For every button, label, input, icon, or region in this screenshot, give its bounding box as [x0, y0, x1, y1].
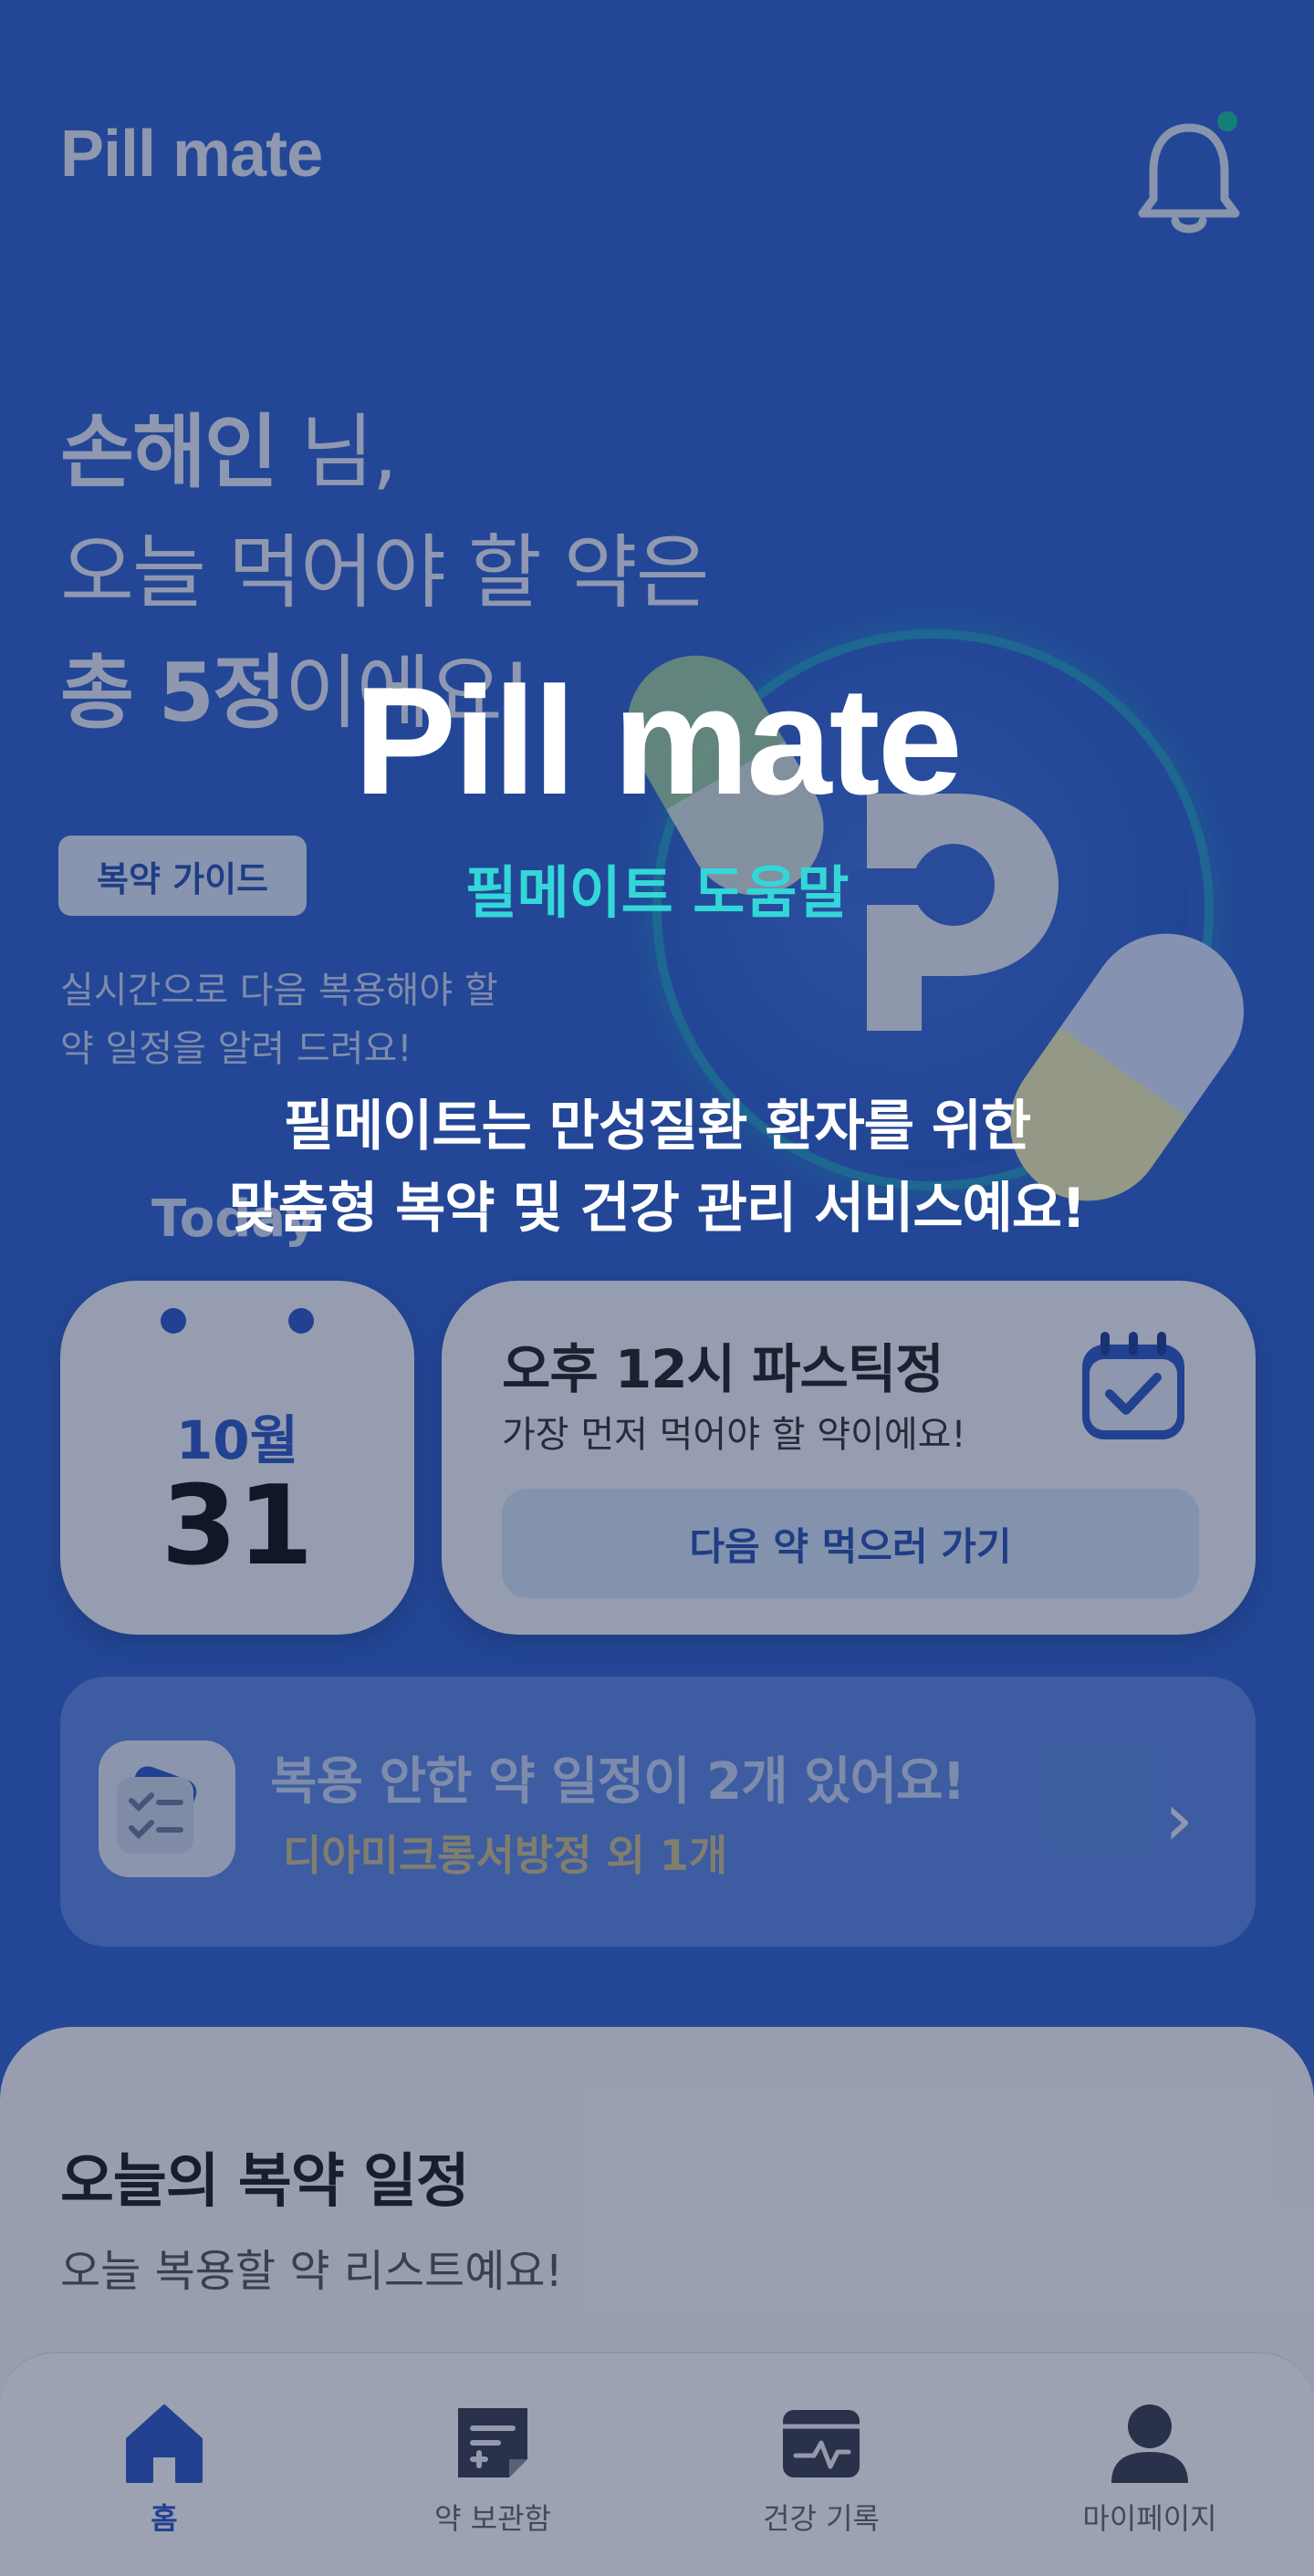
- help-overlay-dim[interactable]: [0, 0, 1314, 2576]
- overlay-logo: Pill mate: [354, 655, 963, 826]
- overlay-subtitle: 필메이트 도움말: [464, 859, 850, 926]
- overlay-description-line1: 필메이트는 만성질환 환자를 위한: [283, 1095, 1031, 1158]
- overlay-description-line2: 맞춤형 복약 및 건강 관리 서비스예요!: [228, 1177, 1087, 1241]
- overlay-description: 필메이트는 만성질환 환자를 위한 맞춤형 복약 및 건강 관리 서비스예요!: [0, 1085, 1314, 1250]
- home-screen: Pill mate 손해인 님, 오늘 먹어야 할 약은 총 5정이에요! 복약…: [0, 0, 1314, 2576]
